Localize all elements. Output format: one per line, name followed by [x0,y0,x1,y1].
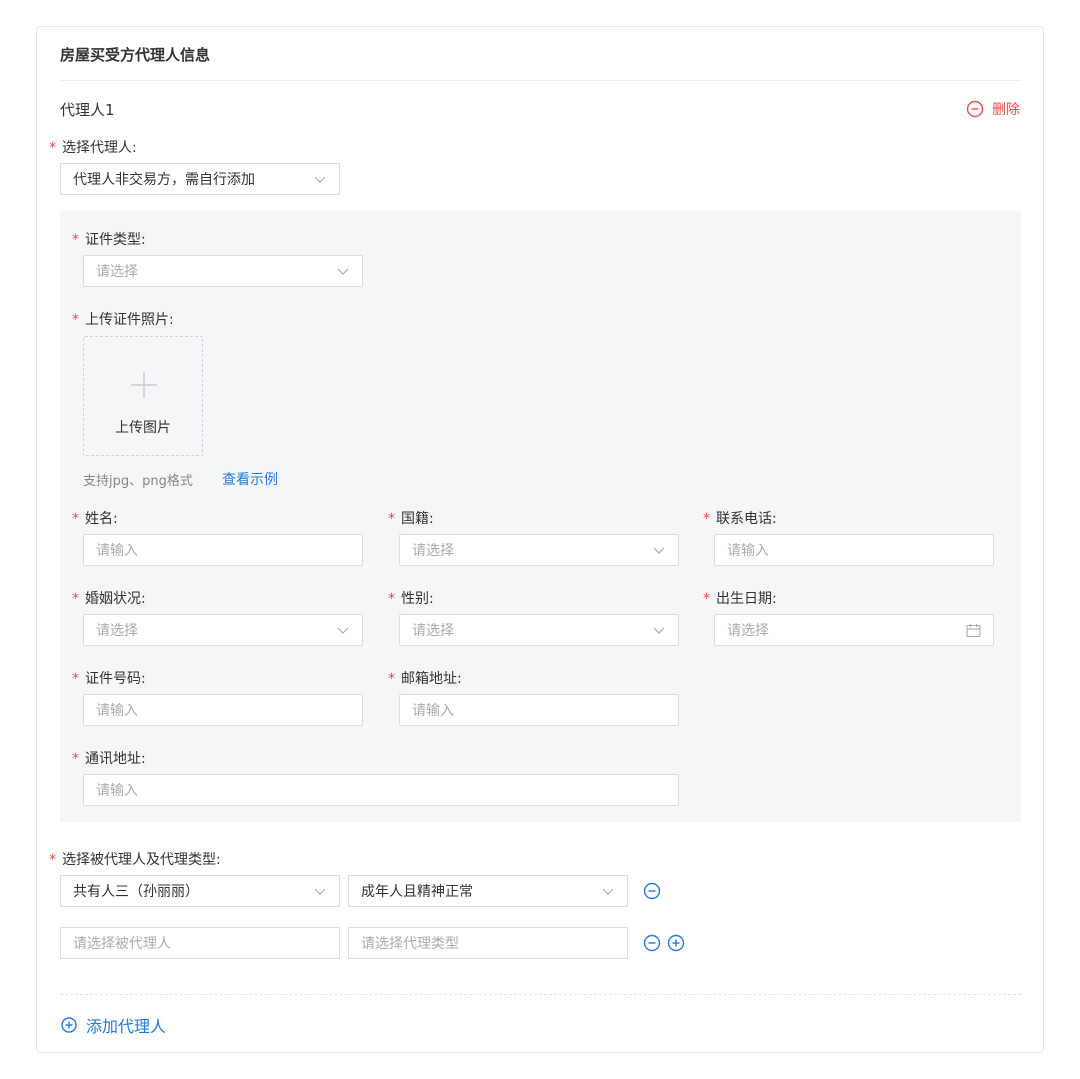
address-label: * 通讯地址: [72,751,146,767]
agent-title: 代理人1 [60,101,115,119]
agency-type-placeholder-2: 请选择代理类型 [361,936,459,952]
bottom-divider [60,994,1021,995]
id-type-label: * 证件类型: [72,232,146,248]
email-label: * 邮箱地址: [388,671,462,687]
name-placeholder: 请输入 [96,543,138,559]
nationality-select[interactable]: 请选择 [399,534,679,566]
birth-date-picker[interactable]: 请选择 [714,614,994,646]
chevron-down-icon [337,268,349,275]
name-label: * 姓名: [72,511,118,527]
agent-info-card: 房屋买受方代理人信息 代理人1 删除 * 选择代理人: 代理人非交易方，需自行添加… [36,26,1044,1053]
principal-placeholder-2: 请选择被代理人 [73,936,171,952]
principal-label: * 选择被代理人及代理类型: [49,852,221,868]
id-number-input[interactable]: 请输入 [83,694,363,726]
birth-label: * 出生日期: [703,591,777,607]
chevron-down-icon [653,547,665,554]
nationality-label: * 国籍: [388,511,434,527]
principal-value-1: 共有人三（孙丽丽） [73,884,199,900]
email-placeholder: 请输入 [412,703,454,719]
upload-button-text: 上传图片 [115,420,171,436]
delete-label: 删除 [992,102,1020,118]
address-input[interactable]: 请输入 [83,774,679,806]
principal-select-1[interactable]: 共有人三（孙丽丽） [60,875,340,907]
select-agent-label: * 选择代理人: [49,140,137,156]
section-title: 房屋买受方代理人信息 [60,46,211,64]
chevron-down-icon [314,888,326,895]
upload-photo-button[interactable]: 上传图片 [83,336,203,456]
plus-circle-icon [61,1017,77,1033]
phone-placeholder: 请输入 [727,543,769,559]
remove-principal-icon[interactable] [643,882,661,900]
add-principal-icon[interactable] [667,934,685,952]
upload-format-hint: 支持jpg、png格式 [83,474,193,489]
select-agent-value: 代理人非交易方，需自行添加 [73,172,255,188]
title-divider [60,80,1021,81]
upload-photo-label: * 上传证件照片: [72,312,174,328]
birth-placeholder: 请选择 [727,623,769,639]
gender-placeholder: 请选择 [412,623,454,639]
select-agent-dropdown[interactable]: 代理人非交易方，需自行添加 [60,163,340,195]
agency-type-select-2[interactable]: 请选择代理类型 [348,927,628,959]
marital-select[interactable]: 请选择 [83,614,363,646]
calendar-icon [966,624,981,638]
gender-label: * 性别: [388,591,434,607]
delete-agent-button[interactable]: 删除 [966,99,1020,119]
id-type-select[interactable]: 请选择 [83,255,363,287]
email-input[interactable]: 请输入 [399,694,679,726]
plus-icon [131,372,157,398]
chevron-down-icon [314,176,326,183]
chevron-down-icon [653,627,665,634]
add-agent-button[interactable]: 添加代理人 [60,1013,166,1037]
marital-label: * 婚姻状况: [72,591,146,607]
agent-detail-panel: * 证件类型: 请选择 * 上传证件照片: 上传图片 支持jpg、png格式 查看示… [60,211,1021,822]
minus-circle-icon [966,100,984,118]
remove-principal-icon[interactable] [643,934,661,952]
add-agent-label: 添加代理人 [86,1017,167,1036]
id-number-placeholder: 请输入 [96,703,138,719]
view-example-link[interactable]: 查看示例 [222,469,278,489]
phone-input[interactable]: 请输入 [714,534,994,566]
nationality-placeholder: 请选择 [412,543,454,559]
id-number-label: * 证件号码: [72,671,146,687]
chevron-down-icon [602,888,614,895]
principal-select-2[interactable]: 请选择被代理人 [60,927,340,959]
address-placeholder: 请输入 [96,783,138,799]
id-type-placeholder: 请选择 [96,264,138,280]
name-input[interactable]: 请输入 [83,534,363,566]
gender-select[interactable]: 请选择 [399,614,679,646]
agency-type-select-1[interactable]: 成年人且精神正常 [348,875,628,907]
agency-type-value-1: 成年人且精神正常 [361,884,473,900]
phone-label: * 联系电话: [703,511,777,527]
marital-placeholder: 请选择 [96,623,138,639]
chevron-down-icon [337,627,349,634]
